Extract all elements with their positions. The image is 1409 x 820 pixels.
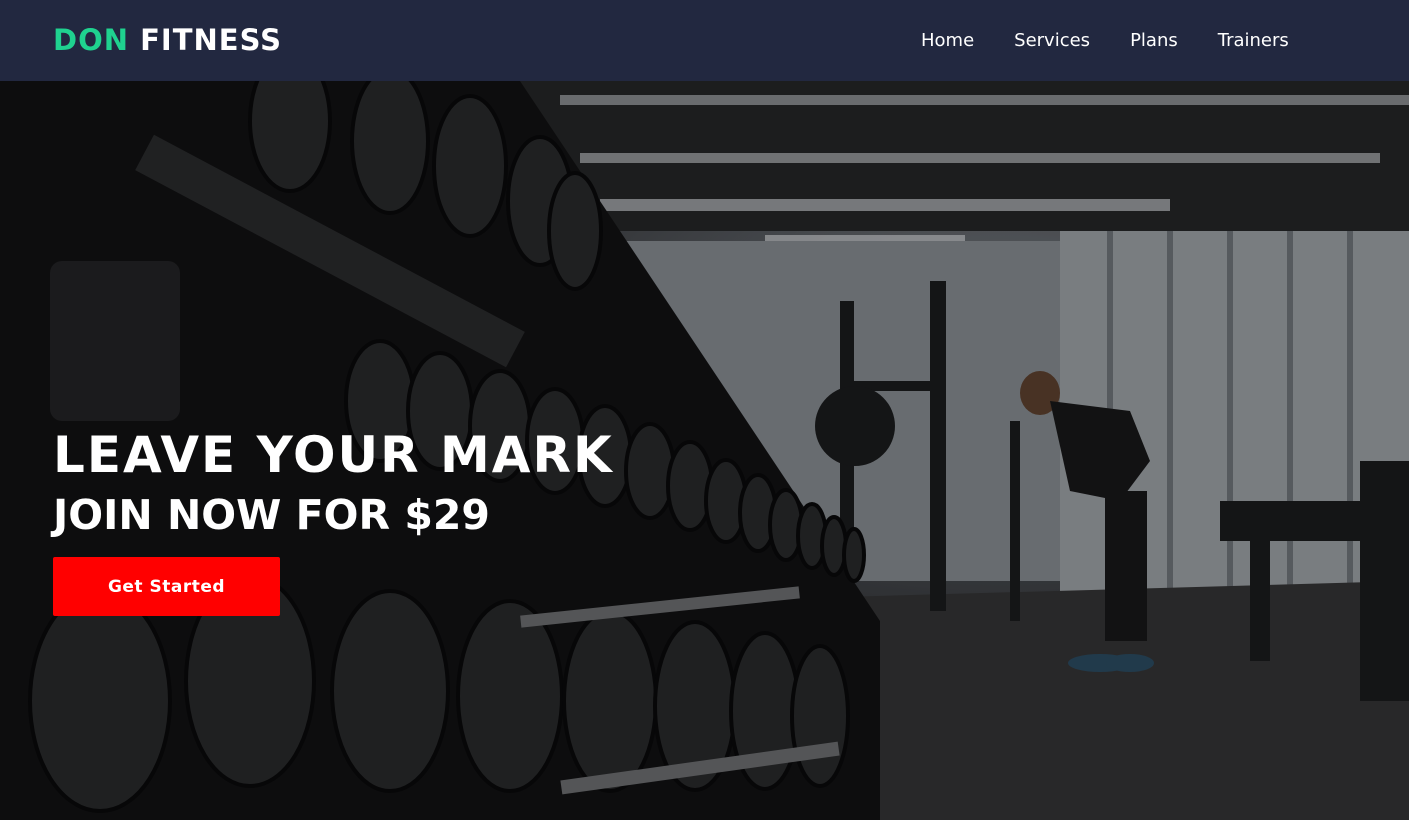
get-started-button[interactable]: Get Started bbox=[53, 557, 280, 616]
main-nav: Home Services Plans Trainers bbox=[921, 0, 1289, 81]
hero-title: LEAVE YOUR MARK bbox=[53, 426, 614, 484]
hero-section: LEAVE YOUR MARK JOIN NOW FOR $29 Get Sta… bbox=[0, 81, 1409, 820]
nav-item-home[interactable]: Home bbox=[921, 30, 974, 51]
nav-item-trainers[interactable]: Trainers bbox=[1218, 30, 1289, 51]
brand-logo[interactable]: DON FITNESS bbox=[53, 22, 282, 58]
top-navbar: DON FITNESS Home Services Plans Trainers bbox=[0, 0, 1409, 81]
nav-item-plans[interactable]: Plans bbox=[1130, 30, 1178, 51]
hero-content: LEAVE YOUR MARK JOIN NOW FOR $29 Get Sta… bbox=[53, 427, 614, 616]
hero-subtitle: JOIN NOW FOR $29 bbox=[53, 491, 490, 539]
brand-name-accent: DON bbox=[53, 23, 129, 57]
brand-name-main: FITNESS bbox=[140, 23, 283, 57]
nav-item-services[interactable]: Services bbox=[1014, 30, 1090, 51]
